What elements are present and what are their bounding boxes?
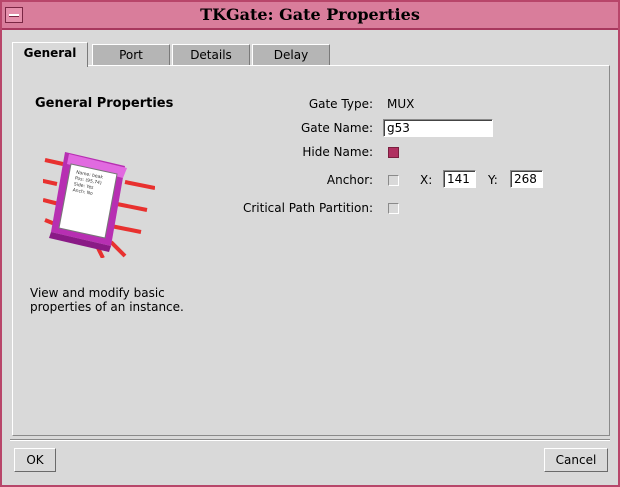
x-coordinate-input[interactable] bbox=[443, 170, 476, 188]
ok-button[interactable]: OK bbox=[14, 448, 56, 472]
tab-delay[interactable]: Delay bbox=[252, 44, 330, 66]
y-coordinate-input[interactable] bbox=[510, 170, 543, 188]
anchor-checkbox[interactable] bbox=[388, 175, 399, 186]
gate-name-input[interactable] bbox=[383, 119, 493, 137]
tab-port[interactable]: Port bbox=[92, 44, 170, 66]
general-description: View and modify basic properties of an i… bbox=[30, 286, 184, 314]
tab-details[interactable]: Details bbox=[172, 44, 250, 66]
button-separator bbox=[10, 439, 610, 441]
window-title: TKGate: Gate Properties bbox=[200, 5, 420, 24]
critical-path-label: Critical Path Partition: bbox=[242, 201, 373, 215]
gate-properties-window: TKGate: Gate Properties General Port Det… bbox=[0, 0, 620, 487]
gate-type-value: MUX bbox=[387, 97, 415, 111]
x-label: X: bbox=[420, 173, 433, 187]
gate-chip-icon: Name: beak Pos: (95,74) Side: Yes Anch: … bbox=[43, 152, 155, 258]
hide-name-checkbox[interactable] bbox=[388, 147, 399, 158]
anchor-label: Anchor: bbox=[326, 173, 373, 187]
hide-name-label: Hide Name: bbox=[302, 145, 373, 159]
critical-path-checkbox[interactable] bbox=[388, 203, 399, 214]
gate-name-label: Gate Name: bbox=[301, 121, 373, 135]
general-panel: General Properties Name: beak Pos: (95,7… bbox=[12, 65, 610, 436]
general-properties-heading: General Properties bbox=[35, 96, 174, 111]
title-bar[interactable]: TKGate: Gate Properties bbox=[2, 2, 618, 30]
gate-type-label: Gate Type: bbox=[308, 97, 373, 111]
y-label: Y: bbox=[488, 173, 498, 187]
tab-general[interactable]: General bbox=[12, 42, 88, 67]
cancel-button[interactable]: Cancel bbox=[544, 448, 608, 472]
